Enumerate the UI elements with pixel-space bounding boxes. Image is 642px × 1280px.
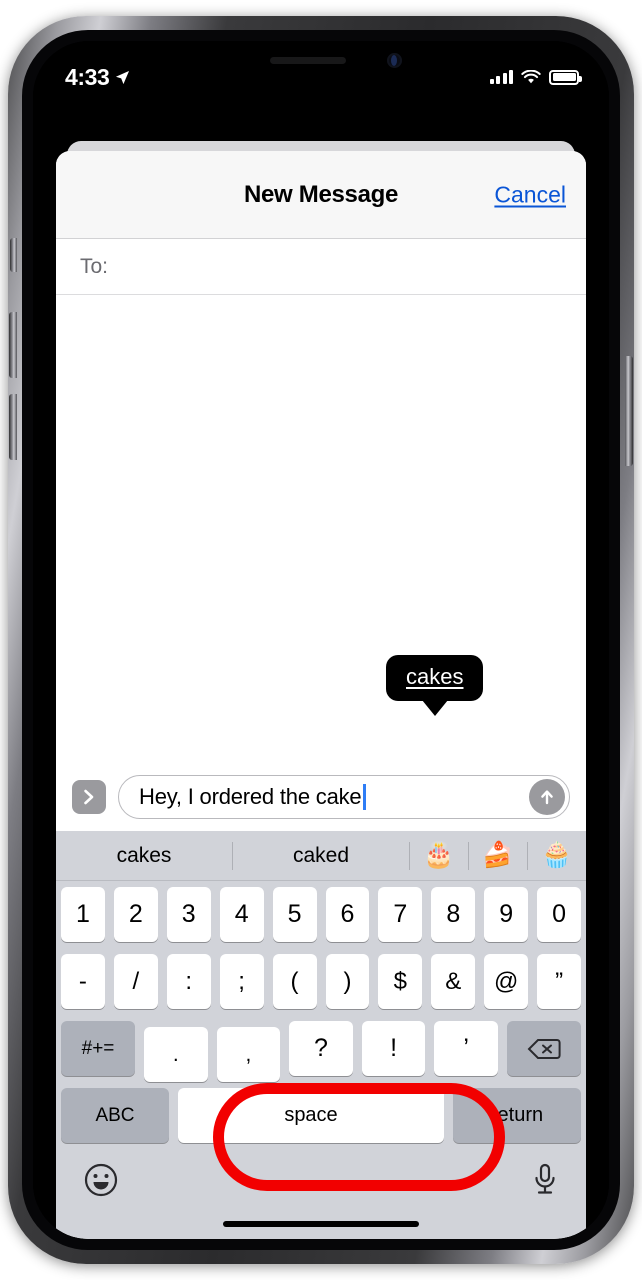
to-label: To: bbox=[80, 254, 109, 278]
message-input-bar: Hey, I ordered the cake bbox=[56, 769, 586, 831]
wifi-icon bbox=[521, 69, 541, 83]
keyboard-row-punctuation: #+= . , ? ! ’ bbox=[56, 1015, 586, 1082]
key-1[interactable]: 1 bbox=[60, 887, 105, 942]
phone-bezel: 4:33 New Message Cancel To: cakes Hey, I… bbox=[22, 30, 620, 1250]
key-open-paren[interactable]: ( bbox=[272, 954, 317, 1009]
smiley-face-icon[interactable] bbox=[84, 1163, 118, 1197]
onscreen-keyboard: cakes caked 🎂 🍰 🧁 1 2 3 4 5 6 7 8 9 0 - … bbox=[56, 831, 586, 1239]
key-dollar[interactable]: $ bbox=[378, 954, 423, 1009]
phone-screen: 4:33 New Message Cancel To: cakes Hey, I… bbox=[33, 41, 609, 1239]
keyboard-toolbar bbox=[56, 1149, 586, 1211]
chevron-right-glyph bbox=[84, 789, 94, 805]
key-9[interactable]: 9 bbox=[484, 887, 529, 942]
home-indicator-area bbox=[56, 1211, 586, 1237]
key-hyphen[interactable]: - bbox=[60, 954, 105, 1009]
cancel-button[interactable]: Cancel bbox=[494, 181, 566, 208]
key-ampersand[interactable]: & bbox=[431, 954, 476, 1009]
key-0[interactable]: 0 bbox=[537, 887, 582, 942]
backspace-glyph bbox=[527, 1038, 561, 1059]
navigation-bar: New Message Cancel bbox=[56, 151, 586, 239]
front-camera bbox=[387, 53, 402, 68]
keyboard-row-numbers: 1 2 3 4 5 6 7 8 9 0 bbox=[56, 881, 586, 948]
key-quote[interactable]: ” bbox=[537, 954, 582, 1009]
key-more-symbols[interactable]: #+= bbox=[61, 1021, 136, 1076]
key-period[interactable]: . bbox=[144, 1027, 208, 1082]
predictive-text-bar: cakes caked 🎂 🍰 🧁 bbox=[56, 831, 586, 881]
key-8[interactable]: 8 bbox=[431, 887, 476, 942]
key-space[interactable]: space bbox=[178, 1088, 444, 1143]
prediction-cakes[interactable]: cakes bbox=[56, 844, 232, 868]
autocorrect-suggestion-popup[interactable]: cakes bbox=[386, 655, 484, 701]
location-arrow-icon bbox=[116, 70, 130, 84]
microphone-icon[interactable] bbox=[532, 1163, 558, 1197]
message-text-input[interactable]: Hey, I ordered the cake bbox=[118, 775, 570, 819]
send-button[interactable] bbox=[529, 779, 565, 815]
new-message-sheet: New Message Cancel To: cakes Hey, I orde… bbox=[56, 151, 586, 1239]
prediction-caked[interactable]: caked bbox=[233, 844, 409, 868]
prediction-emoji-birthday-cake[interactable]: 🎂 bbox=[410, 843, 468, 868]
recipient-field-row[interactable]: To: bbox=[56, 239, 586, 295]
keyboard-row-symbols: - / : ; ( ) $ & @ ” bbox=[56, 948, 586, 1015]
key-at[interactable]: @ bbox=[484, 954, 529, 1009]
home-indicator[interactable] bbox=[223, 1221, 419, 1227]
status-clock: 4:33 bbox=[65, 63, 110, 90]
page-title: New Message bbox=[243, 180, 399, 208]
phone-frame: 4:33 New Message Cancel To: cakes Hey, I… bbox=[8, 16, 634, 1264]
key-close-paren[interactable]: ) bbox=[325, 954, 370, 1009]
keyboard-row-bottom: ABC space return bbox=[56, 1082, 586, 1149]
status-bar-right bbox=[489, 69, 582, 85]
cellular-signal-icon bbox=[489, 70, 513, 84]
status-bar-left: 4:33 bbox=[65, 64, 130, 91]
battery-full-icon bbox=[549, 69, 582, 85]
volume-up-button[interactable] bbox=[9, 312, 17, 378]
key-7[interactable]: 7 bbox=[378, 887, 423, 942]
send-arrow-up-icon bbox=[541, 790, 553, 805]
key-colon[interactable]: : bbox=[166, 954, 211, 1009]
chevron-right-icon[interactable] bbox=[72, 780, 106, 814]
prediction-emoji-cupcake[interactable]: 🧁 bbox=[528, 843, 586, 868]
key-comma[interactable]: , bbox=[216, 1027, 281, 1082]
key-semicolon[interactable]: ; bbox=[219, 954, 264, 1009]
key-apostrophe[interactable]: ’ bbox=[434, 1021, 498, 1076]
prediction-emoji-cake-slice[interactable]: 🍰 bbox=[469, 843, 527, 868]
key-question[interactable]: ? bbox=[289, 1021, 353, 1076]
key-2[interactable]: 2 bbox=[113, 887, 158, 942]
autocorrect-suggestion-text: cakes bbox=[406, 664, 464, 689]
notch bbox=[196, 41, 446, 81]
message-thread-area: cakes bbox=[56, 295, 586, 769]
key-abc-switch[interactable]: ABC bbox=[61, 1088, 169, 1143]
key-6[interactable]: 6 bbox=[325, 887, 370, 942]
backspace-delete-icon[interactable] bbox=[506, 1021, 581, 1076]
text-cursor bbox=[363, 784, 366, 810]
message-text-value: Hey, I ordered the cake bbox=[139, 784, 362, 809]
volume-down-button[interactable] bbox=[9, 394, 17, 460]
key-slash[interactable]: / bbox=[113, 954, 158, 1009]
key-5[interactable]: 5 bbox=[272, 887, 317, 942]
earpiece-speaker bbox=[270, 57, 346, 64]
key-4[interactable]: 4 bbox=[219, 887, 264, 942]
silent-switch-button[interactable] bbox=[10, 238, 17, 272]
key-3[interactable]: 3 bbox=[166, 887, 211, 942]
key-return[interactable]: return bbox=[453, 1088, 581, 1143]
key-exclamation[interactable]: ! bbox=[361, 1021, 426, 1076]
power-button[interactable] bbox=[625, 356, 633, 466]
